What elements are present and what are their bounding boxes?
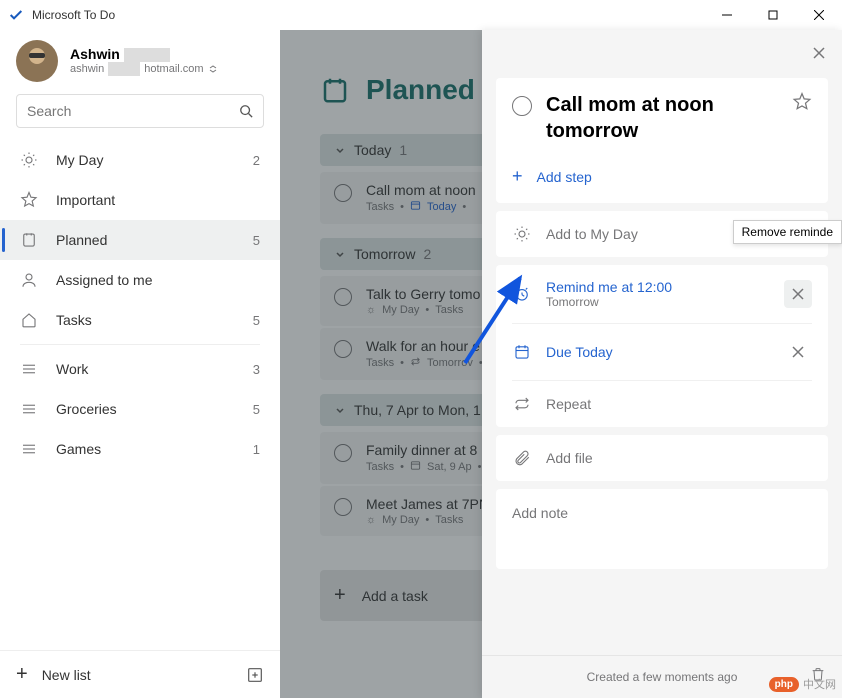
app-logo-icon <box>8 7 24 23</box>
star-icon[interactable] <box>792 92 812 117</box>
due-date-row[interactable]: Due Today <box>496 324 828 380</box>
search-input[interactable] <box>27 103 239 119</box>
sidebar-list-work[interactable]: Work3 <box>0 349 280 389</box>
list-icon <box>20 400 38 418</box>
search-icon <box>239 104 253 118</box>
sun-icon <box>512 225 532 243</box>
profile-name: Ashwin <box>70 46 218 62</box>
note-input[interactable]: Add note <box>496 489 828 569</box>
add-step-button[interactable]: + Add step <box>496 158 828 203</box>
tooltip: Remove reminde <box>733 220 842 244</box>
new-list-button[interactable]: + New list <box>0 650 280 698</box>
reminder-row[interactable]: Remind me at 12:00 Tomorrow <box>496 265 828 323</box>
sidebar-item-tasks[interactable]: Tasks5 <box>0 300 280 340</box>
planned-icon <box>20 231 38 249</box>
avatar <box>16 40 58 82</box>
maximize-button[interactable] <box>750 0 796 30</box>
profile[interactable]: Ashwin ashwinhotmail.com <box>0 30 280 90</box>
user-icon <box>20 271 38 289</box>
window-controls <box>704 0 842 30</box>
sidebar-item-planned[interactable]: Planned5 <box>0 220 280 260</box>
new-group-icon[interactable] <box>246 666 264 684</box>
close-button[interactable] <box>796 0 842 30</box>
sidebar-item-my-day[interactable]: My Day2 <box>0 140 280 180</box>
repeat-row[interactable]: Repeat <box>496 381 828 427</box>
sidebar-list-games[interactable]: Games1 <box>0 429 280 469</box>
alarm-icon <box>512 285 532 303</box>
star-icon <box>20 191 38 209</box>
sidebar-item-assigned-to-me[interactable]: Assigned to me <box>0 260 280 300</box>
task-title[interactable]: Call mom at noon tomorrow <box>546 92 792 144</box>
list-icon <box>20 360 38 378</box>
sidebar-item-important[interactable]: Important <box>0 180 280 220</box>
task-complete-toggle[interactable] <box>512 96 532 116</box>
titlebar: Microsoft To Do <box>0 0 842 30</box>
list-icon <box>20 440 38 458</box>
search-box[interactable] <box>16 94 264 128</box>
add-file-button[interactable]: Add file <box>496 435 828 481</box>
close-detail-button[interactable] <box>812 46 826 63</box>
home-icon <box>20 311 38 329</box>
plus-icon: + <box>16 663 28 686</box>
profile-email: ashwinhotmail.com <box>70 62 218 76</box>
minimize-button[interactable] <box>704 0 750 30</box>
attach-icon <box>512 449 532 467</box>
repeat-icon <box>512 395 532 413</box>
plus-icon: + <box>512 166 523 187</box>
nav-list: My Day2ImportantPlanned5Assigned to meTa… <box>0 140 280 650</box>
watermark: php 中文网 <box>769 676 836 692</box>
remove-reminder-button[interactable] <box>784 280 812 308</box>
task-detail-panel: Call mom at noon tomorrow + Add step Add… <box>482 30 842 698</box>
sidebar-list-groceries[interactable]: Groceries5 <box>0 389 280 429</box>
remove-due-button[interactable] <box>784 338 812 366</box>
sidebar: Ashwin ashwinhotmail.com My Day2Importan… <box>0 30 280 698</box>
calendar-icon <box>512 343 532 361</box>
sun-icon <box>20 151 38 169</box>
window-title: Microsoft To Do <box>32 8 704 22</box>
